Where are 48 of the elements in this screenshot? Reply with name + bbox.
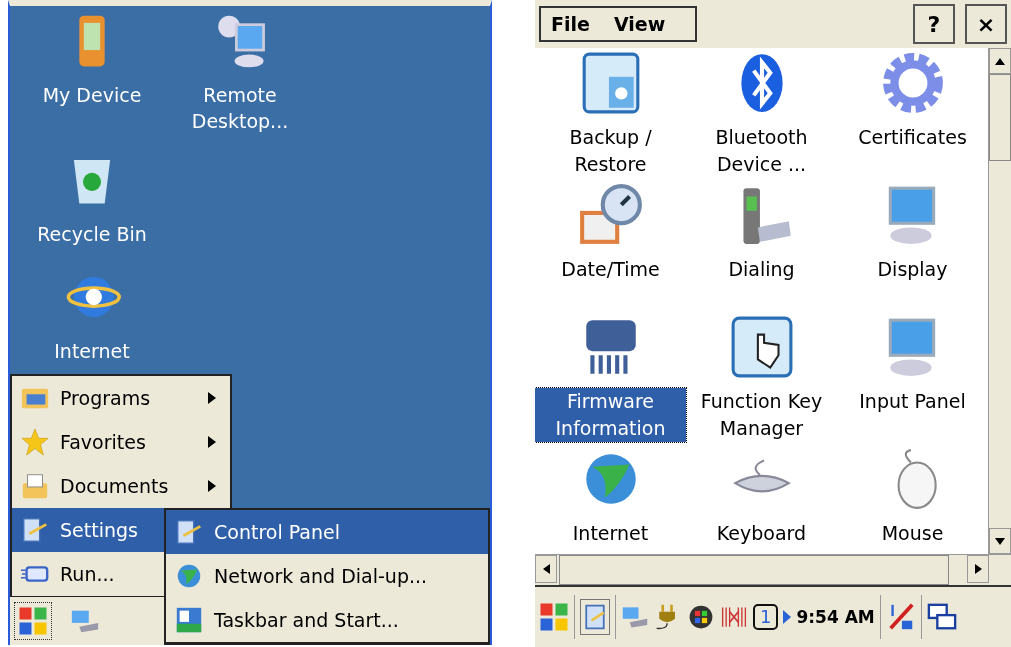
star-icon: [20, 427, 50, 457]
control-panel-icon: [20, 515, 50, 545]
applet-label[interactable]: Backup / Restore: [535, 124, 686, 178]
applet-label[interactable]: Mouse: [879, 520, 946, 547]
menu-item[interactable]: Documents: [12, 464, 230, 508]
applet-label[interactable]: Keyboard: [714, 520, 809, 547]
scroll-right-arrow-icon[interactable]: [974, 564, 982, 574]
applet-label[interactable]: Internet: [570, 520, 651, 547]
control-panel-icon[interactable]: [580, 599, 610, 635]
help-button[interactable]: ?: [913, 4, 955, 44]
vertical-scrollbar[interactable]: [988, 48, 1011, 554]
start-button[interactable]: [14, 602, 52, 640]
windows-logo-icon: [539, 602, 569, 632]
menu-item[interactable]: Programs: [12, 376, 230, 420]
applet-label[interactable]: Firmware Information: [535, 388, 686, 442]
desktop-icon-label[interactable]: Recycle Bin: [32, 221, 152, 247]
taskbar-icon: [174, 605, 204, 635]
applet-label[interactable]: Certificates: [856, 124, 969, 151]
menu-item[interactable]: Favorites: [12, 420, 230, 464]
desktop-icon-label[interactable]: Internet: [32, 338, 152, 364]
scroll-down-arrow-icon[interactable]: [995, 537, 1005, 545]
control-panel-icon: [174, 517, 204, 547]
menu-item[interactable]: Control Panel: [166, 510, 488, 554]
applet-label[interactable]: Function Key Manager: [686, 388, 837, 442]
windows-switch-icon[interactable]: [926, 602, 957, 632]
applet-label[interactable]: Dialing: [726, 256, 797, 283]
applet-label[interactable]: Bluetooth Device ...: [686, 124, 837, 178]
windows-logo-icon: [18, 606, 48, 636]
menu-item[interactable]: Network and Dial-up...: [166, 554, 488, 598]
start-button[interactable]: [539, 602, 569, 632]
close-button[interactable]: ×: [965, 4, 1007, 44]
applet-label[interactable]: Date/Time: [559, 256, 662, 283]
arrow-icon[interactable]: [783, 610, 792, 624]
color-ball-icon[interactable]: [687, 603, 715, 631]
scrollbar-thumb[interactable]: [989, 74, 1011, 161]
document-icon: [20, 471, 50, 501]
menu-title[interactable]: View: [613, 13, 666, 35]
menu-title[interactable]: File: [551, 13, 590, 35]
scroll-up-arrow-icon[interactable]: [995, 57, 1005, 65]
desktop-icon-label[interactable]: My Device: [32, 82, 152, 108]
desktop-icon-label[interactable]: Remote Desktop...: [180, 82, 300, 134]
horizontal-scrollbar[interactable]: [535, 554, 1011, 587]
applet-label[interactable]: Input Panel: [857, 388, 968, 415]
clock-time[interactable]: 9:54 AM: [796, 607, 875, 627]
scroll-left-arrow-icon[interactable]: [542, 564, 550, 574]
applet-label[interactable]: Display: [875, 256, 950, 283]
menu-item[interactable]: Taskbar and Start...: [166, 598, 488, 642]
input-mode-indicator[interactable]: 1: [753, 604, 779, 630]
